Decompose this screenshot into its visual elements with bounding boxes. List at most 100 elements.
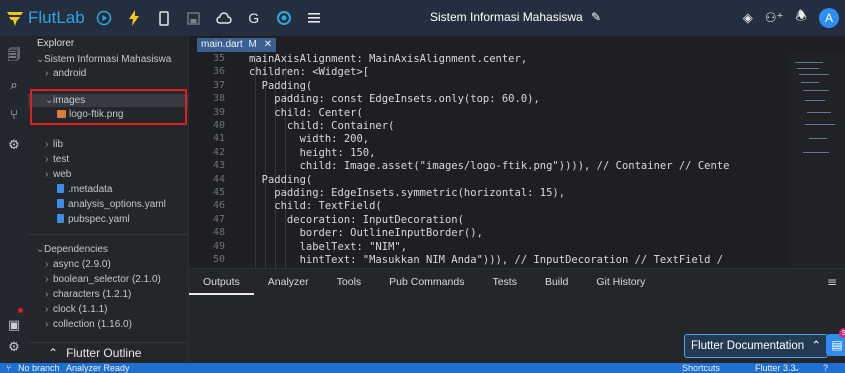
tree-item-label: analysis_options.yaml xyxy=(68,199,166,210)
chevron-up-icon: ⌃ xyxy=(811,340,821,352)
panel-menu-icon[interactable]: ≡ xyxy=(827,275,837,289)
flutter-version[interactable]: Flutter 3.3 xyxy=(755,363,796,373)
code-line[interactable]: Padding( xyxy=(249,174,313,186)
line-number: 50 xyxy=(212,254,225,265)
line-number: 40 xyxy=(212,120,225,131)
shortcuts-link[interactable]: Shortcuts xyxy=(682,363,720,373)
source-control-icon[interactable]: ⑂ xyxy=(5,108,23,126)
outline-label: Flutter Outline xyxy=(66,346,142,360)
chevron-right-icon: › xyxy=(45,289,49,300)
tree-root-label: Sistem Informasi Mahasiswa xyxy=(44,54,172,65)
line-number: 45 xyxy=(212,187,225,198)
code-line[interactable]: labelText: "NIM", xyxy=(249,241,407,253)
tree-item-test[interactable]: › test xyxy=(28,153,188,166)
device-preview-icon[interactable]: ▣ xyxy=(5,318,23,336)
code-line[interactable]: decoration: InputDecoration( xyxy=(249,214,464,226)
flutter-outline-toggle[interactable]: ⌃ Flutter Outline xyxy=(28,342,188,363)
tab-main-dart[interactable]: main.dart M ✕ xyxy=(197,38,276,52)
code-line[interactable]: padding: EdgeInsets.symmetric(horizontal… xyxy=(249,187,565,199)
flutter-documentation-button[interactable]: Flutter Documentation ⌃ xyxy=(684,334,828,358)
line-number: 38 xyxy=(212,93,225,105)
chevron-down-icon: ⌄ xyxy=(36,54,45,65)
status-bar: ⑂ No branch Analyzer Ready Shortcuts Flu… xyxy=(0,363,845,373)
line-number: 42 xyxy=(212,146,225,158)
tab-analyzer[interactable]: Analyzer xyxy=(254,269,323,295)
minimap[interactable] xyxy=(789,54,845,268)
code-line[interactable]: child: Center( xyxy=(249,107,363,119)
dependency-item[interactable]: › boolean_selector (2.1.0) xyxy=(28,273,188,286)
project-title[interactable]: Sistem Informasi Mahasiswa ✎ xyxy=(430,10,601,24)
tree-item-android[interactable]: › android xyxy=(28,67,188,80)
chevron-right-icon: › xyxy=(45,319,49,330)
code-lines[interactable]: mainAxisAlignment: MainAxisAlignment.cen… xyxy=(249,54,789,268)
highlight-annotation xyxy=(30,89,187,125)
add-user-icon[interactable]: ⚇⁺ xyxy=(765,11,784,26)
dependency-item[interactable]: › clock (1.1.1) xyxy=(28,303,188,316)
branch-status[interactable]: No branch xyxy=(18,363,60,373)
search-icon[interactable]: ⌕ xyxy=(5,78,23,96)
tree-item-pubspec[interactable]: pubspec.yaml xyxy=(28,213,188,226)
code-line[interactable]: padding: const EdgeInsets.only(top: 60.0… xyxy=(249,93,540,105)
line-number: 46 xyxy=(212,200,225,212)
tree-item-metadata[interactable]: .metadata xyxy=(28,183,188,196)
google-icon[interactable]: G xyxy=(243,7,265,29)
tree-item-label: lib xyxy=(53,139,64,150)
hot-reload-icon[interactable] xyxy=(123,7,145,29)
tab-pub-commands[interactable]: Pub Commands xyxy=(375,269,478,295)
code-line[interactable]: child: TextField( xyxy=(249,200,381,212)
logo[interactable]: FlutLab xyxy=(0,8,85,28)
tab-build[interactable]: Build xyxy=(531,269,582,295)
tree-root[interactable]: ⌄Sistem Informasi Mahasiswa xyxy=(28,53,188,66)
minimap-line xyxy=(803,90,829,91)
code-line[interactable]: children: <Widget>[ xyxy=(249,66,369,78)
code-line[interactable]: hintText: "Masukkan NIM Anda"))), // Inp… xyxy=(249,254,724,266)
tree-item-analysis-options[interactable]: analysis_options.yaml xyxy=(28,198,188,211)
tab-tools[interactable]: Tools xyxy=(323,269,376,295)
tab-label: main.dart xyxy=(201,39,243,50)
gear-icon[interactable]: ⚙ xyxy=(5,340,23,358)
line-number: 36 xyxy=(212,66,225,78)
device-icon[interactable] xyxy=(153,7,175,29)
dependency-item[interactable]: › async (2.9.0) xyxy=(28,258,188,271)
code-line[interactable]: child: Container( xyxy=(249,120,394,132)
avatar[interactable]: A xyxy=(819,8,839,28)
tab-git-history[interactable]: Git History xyxy=(582,269,659,295)
cloud-icon[interactable] xyxy=(213,7,235,29)
analyzer-status[interactable]: Analyzer Ready xyxy=(66,363,130,373)
code-editor[interactable]: 35 36 37 38 39 40 41 42 43 44 45 46 47 48 49 50 mainAxi… xyxy=(189,54,789,268)
tree-item-label: test xyxy=(53,154,70,165)
code-line[interactable]: child: Image.asset("images/logo-ftik.png… xyxy=(249,160,730,172)
code-line[interactable]: mainAxisAlignment: MainAxisAlignment.cen… xyxy=(249,54,527,65)
firebase-icon[interactable] xyxy=(273,7,295,29)
layers-icon[interactable]: ◈ xyxy=(743,11,753,26)
tab-outputs[interactable]: Outputs xyxy=(189,269,254,295)
code-line[interactable]: width: 200, xyxy=(249,133,370,145)
chevron-down-icon: ⌄ xyxy=(36,244,45,255)
dependencies-header[interactable]: ⌄Dependencies xyxy=(28,243,188,256)
dependency-item[interactable]: › collection (1.16.0) xyxy=(28,318,188,331)
tree-item-label: android xyxy=(53,68,87,79)
run-icon[interactable] xyxy=(93,7,115,29)
code-line[interactable]: Padding( xyxy=(249,80,313,92)
chevron-right-icon: › xyxy=(45,169,49,180)
tree-item-web[interactable]: › web xyxy=(28,168,188,181)
bottom-panel: Outputs Analyzer Tools Pub Commands Test… xyxy=(189,268,845,363)
tab-tests[interactable]: Tests xyxy=(478,269,531,295)
settings-icon[interactable]: ⚙ xyxy=(5,138,23,156)
save-icon[interactable] xyxy=(183,7,205,29)
branch-icon[interactable]: ⑂ xyxy=(6,363,11,373)
bell-icon[interactable]: 🕭 xyxy=(795,7,807,29)
dependency-item[interactable]: › characters (1.2.1) xyxy=(28,288,188,301)
line-number: 37 xyxy=(212,79,225,91)
edit-pencil-icon[interactable]: ✎ xyxy=(591,10,601,24)
files-icon[interactable]: 🗐 xyxy=(5,46,23,64)
tree-item-lib[interactable]: › lib xyxy=(28,138,188,151)
chevron-right-icon: › xyxy=(45,304,49,315)
close-icon[interactable]: ✕ xyxy=(264,39,272,50)
code-line[interactable]: height: 150, xyxy=(249,147,376,159)
line-number: 47 xyxy=(212,213,225,225)
code-line[interactable]: border: OutlineInputBorder(), xyxy=(249,227,483,239)
chevron-down-icon[interactable]: ⌄ xyxy=(793,363,801,373)
menu-icon[interactable] xyxy=(303,7,325,29)
help-icon[interactable]: ? xyxy=(823,363,828,373)
